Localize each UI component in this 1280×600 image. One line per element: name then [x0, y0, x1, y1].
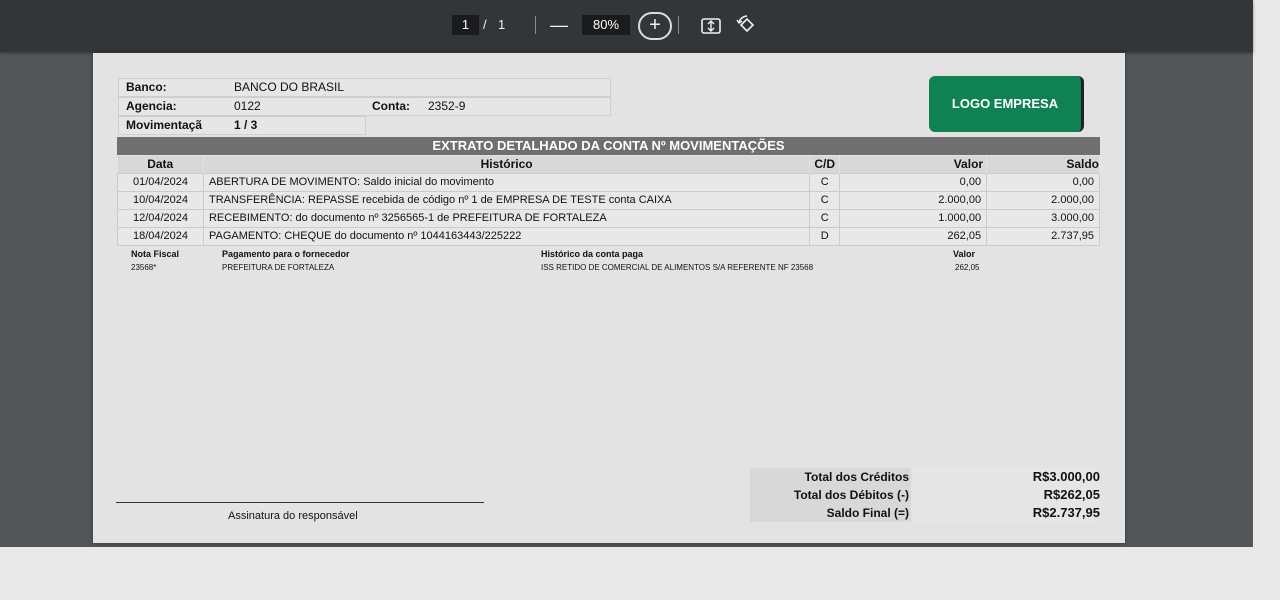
bank-row	[118, 78, 611, 97]
supplier-name: PREFEITURA DE FORTALEZA	[222, 263, 335, 272]
column-header-value: Valor	[839, 156, 988, 173]
cell-cd: C	[809, 172, 841, 192]
agency-value: 0122	[234, 99, 261, 113]
toolbar-divider	[535, 16, 536, 34]
zoom-in-button[interactable]: +	[638, 12, 672, 40]
cell-balance: 2.000,00	[986, 190, 1100, 210]
statement-page: Banco: BANCO DO BRASIL Agencia: 0122 Con…	[93, 53, 1125, 543]
movement-value: 1 / 3	[234, 118, 258, 132]
invoice-number: 23568*	[131, 263, 157, 272]
cell-value: 2.000,00	[839, 190, 988, 210]
cell-cd: C	[809, 208, 841, 228]
company-logo: LOGO EMPRESA	[929, 76, 1084, 132]
cell-history: RECEBIMENTO: do documento nº 3256565-1 d…	[202, 208, 811, 228]
pdf-viewer: / 1 — + Banco: BANCO DO BRASIL Agencia:	[0, 0, 1253, 547]
table-row: 18/04/2024 PAGAMENTO: CHEQUE do document…	[117, 226, 1100, 246]
cell-value: 262,05	[839, 226, 988, 246]
agency-row	[118, 97, 611, 116]
fit-page-icon	[701, 18, 721, 34]
cell-cd: D	[809, 226, 841, 246]
zoom-out-button[interactable]: —	[548, 15, 570, 35]
total-debits-label: Total dos Débitos (-)	[750, 486, 911, 504]
cell-value: 0,00	[839, 172, 988, 192]
cell-date: 12/04/2024	[117, 208, 204, 228]
total-debits-row: Total dos Débitos (-) R$262,05	[750, 486, 1100, 504]
invoice-header: Nota Fiscal	[131, 249, 180, 259]
final-balance-label: Saldo Final (=)	[750, 504, 911, 522]
movements-table: Data Histórico C/D Valor Saldo 01/04/202…	[117, 156, 1100, 246]
total-debits-value: R$262,05	[912, 486, 1100, 504]
cell-history: ABERTURA DE MOVIMENTO: Saldo inicial do …	[202, 172, 811, 192]
fit-to-page-button[interactable]	[700, 16, 722, 36]
column-header-history: Histórico	[203, 156, 811, 173]
cell-balance: 2.737,95	[986, 226, 1100, 246]
bank-label: Banco:	[126, 80, 167, 94]
toolbar-divider	[678, 16, 679, 34]
account-label: Conta:	[372, 99, 410, 113]
column-header-date: Data	[117, 156, 204, 173]
cell-date: 18/04/2024	[117, 226, 204, 246]
total-credits-value: R$3.000,00	[912, 468, 1100, 486]
paid-history-header: Histórico da conta paga	[541, 249, 644, 259]
cell-balance: 3.000,00	[986, 208, 1100, 228]
total-credits-row: Total dos Créditos R$3.000,00	[750, 468, 1100, 486]
table-row: 01/04/2024 ABERTURA DE MOVIMENTO: Saldo …	[117, 172, 1100, 192]
page-total: 1	[498, 17, 506, 32]
final-balance-value: R$2.737,95	[912, 504, 1100, 522]
signature-label: Assinatura do responsável	[228, 510, 358, 522]
table-row: 12/04/2024 RECEBIMENTO: do documento nº …	[117, 208, 1100, 228]
rotate-button[interactable]	[735, 14, 759, 36]
page-separator: /	[483, 17, 487, 32]
detail-value: 262,05	[955, 263, 980, 272]
column-header-balance: Saldo	[986, 156, 1100, 173]
page-number-input[interactable]	[452, 15, 479, 35]
cell-history: PAGAMENTO: CHEQUE do documento nº 104416…	[202, 226, 811, 246]
cell-value: 1.000,00	[839, 208, 988, 228]
bank-value: BANCO DO BRASIL	[234, 80, 345, 94]
viewer-toolbar: / 1 — +	[0, 0, 1253, 52]
cell-date: 10/04/2024	[117, 190, 204, 210]
totals-box: Total dos Créditos R$3.000,00 Total dos …	[750, 468, 1100, 522]
final-balance-row: Saldo Final (=) R$2.737,95	[750, 504, 1100, 522]
total-credits-label: Total dos Créditos	[750, 468, 911, 486]
cell-cd: C	[809, 190, 841, 210]
column-header-cd: C/D	[809, 156, 841, 173]
paid-history-text: ISS RETIDO DE COMERCIAL DE ALIMENTOS S/A…	[541, 263, 814, 272]
rotate-icon	[736, 15, 755, 33]
statement-title: EXTRATO DETALHADO DA CONTA Nº MOVIMENTAÇ…	[117, 137, 1100, 155]
account-value: 2352-9	[428, 99, 466, 113]
table-row: 10/04/2024 TRANSFERÊNCIA: REPASSE recebi…	[117, 190, 1100, 210]
cell-history: TRANSFERÊNCIA: REPASSE recebida de códig…	[202, 190, 811, 210]
zoom-level-input[interactable]	[582, 15, 630, 35]
cell-date: 01/04/2024	[117, 172, 204, 192]
supplier-header: Pagamento para o fornecedor	[222, 249, 350, 259]
cell-balance: 0,00	[986, 172, 1100, 192]
movement-label: Movimentaçã	[126, 118, 203, 132]
agency-label: Agencia:	[126, 99, 177, 113]
plus-icon: +	[649, 14, 661, 36]
table-header-row: Data Histórico C/D Valor Saldo	[117, 156, 1100, 173]
signature-line	[116, 502, 484, 503]
detail-value-header: Valor	[953, 249, 976, 259]
